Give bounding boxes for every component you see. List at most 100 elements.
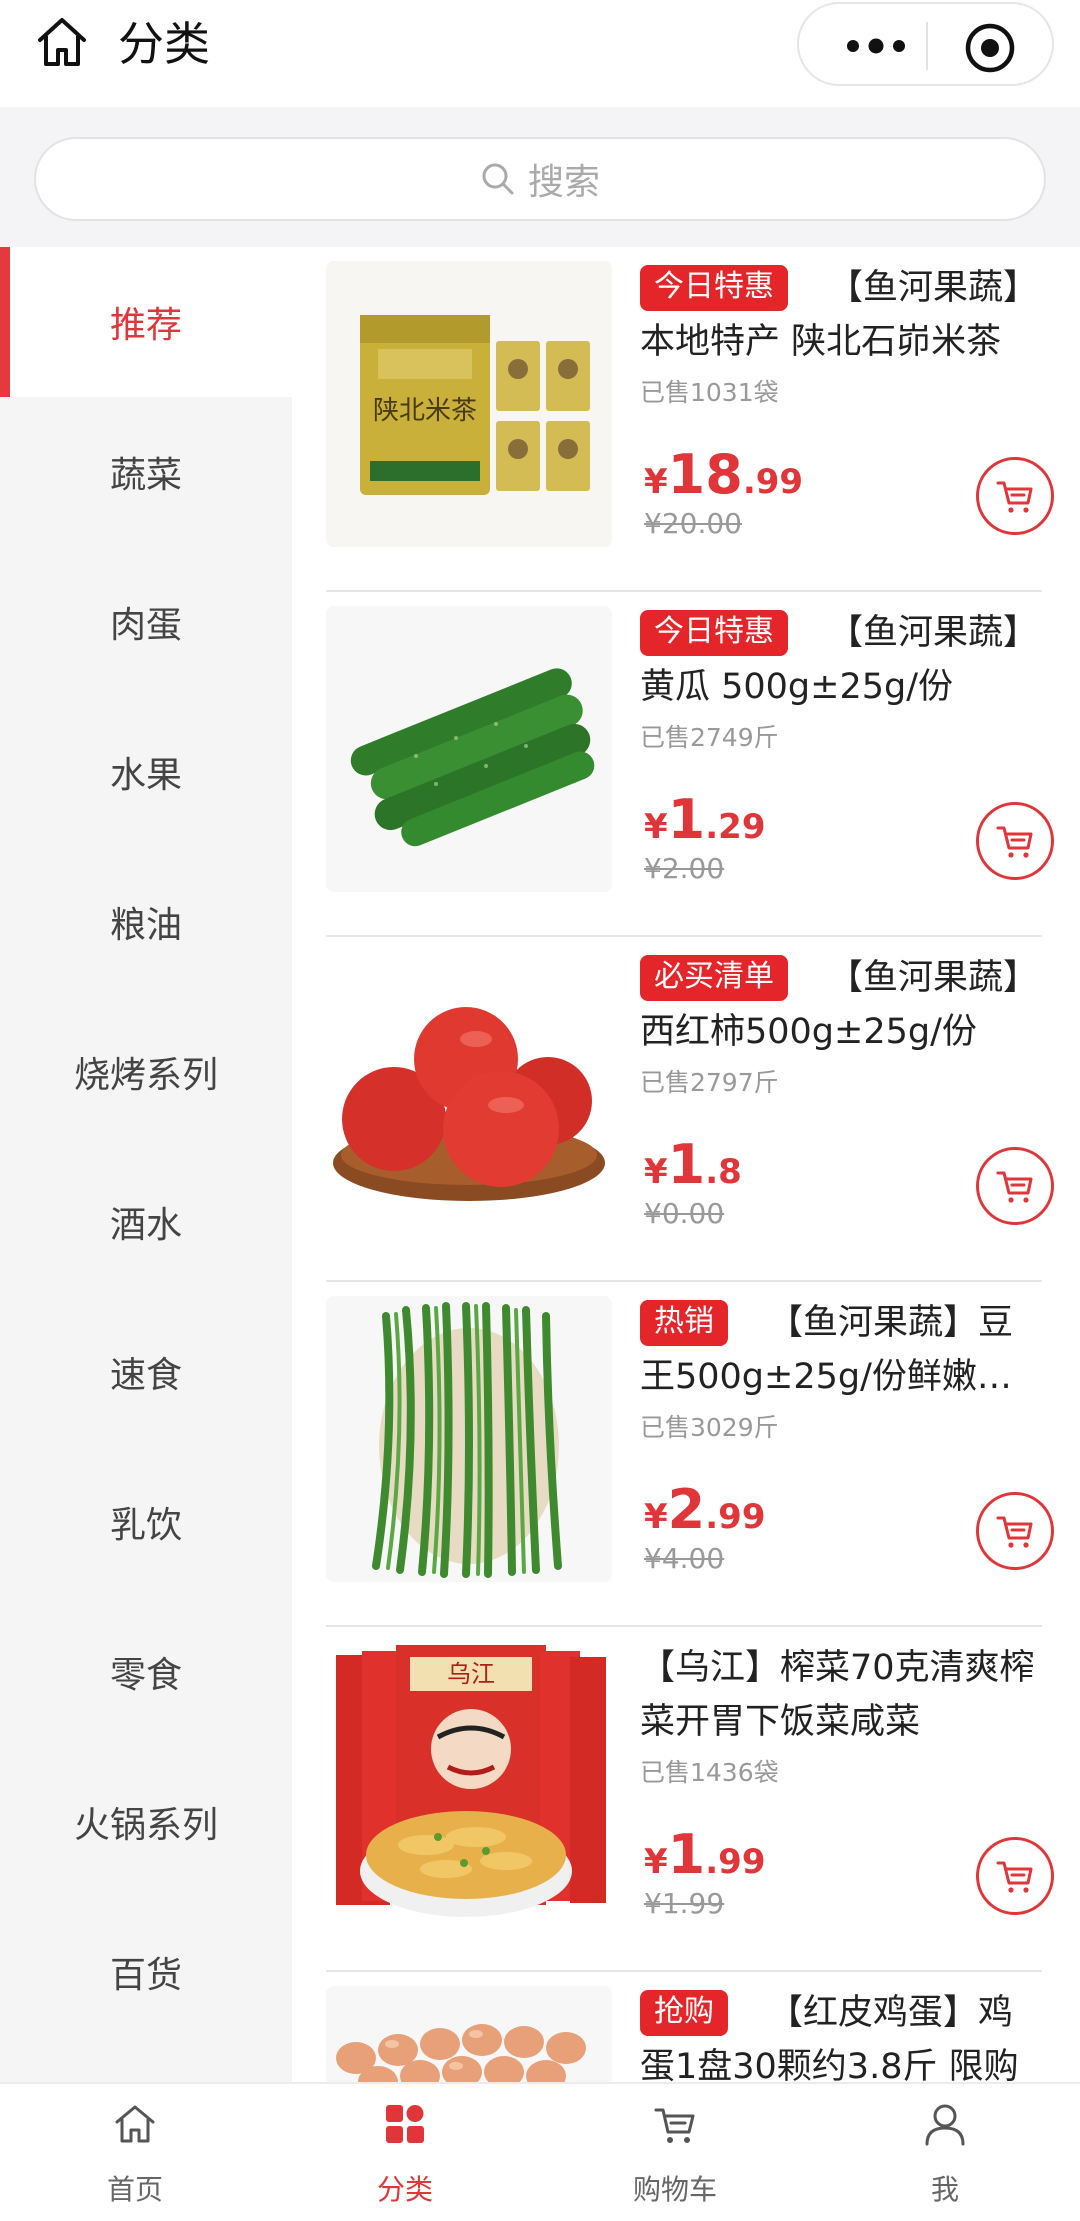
sidebar-item-fruit[interactable]: 水果: [0, 697, 292, 847]
price-integer: 1: [667, 1823, 706, 1886]
original-price: ¥20.00: [644, 507, 742, 540]
product-image-green-beans[interactable]: [326, 1296, 612, 1582]
product-image-cucumber[interactable]: [326, 606, 612, 892]
tab-home[interactable]: 首页: [0, 2084, 270, 2221]
product-title[interactable]: 抢购 【红皮鸡蛋】鸡蛋1盘30颗约3.8斤 限购: [640, 1986, 1044, 2082]
promo-badge: 今日特惠: [640, 610, 788, 656]
cart-icon: [996, 481, 1033, 513]
price-currency: ¥: [644, 807, 668, 847]
tab-category[interactable]: 分类: [270, 2084, 540, 2221]
price-currency: ¥: [644, 462, 668, 502]
product-image-pickled-mustard[interactable]: 乌江: [326, 1641, 612, 1927]
sale-price: ¥2.99: [644, 1478, 765, 1541]
top-navbar: 分类: [0, 0, 1080, 107]
product-image-tomato[interactable]: [326, 951, 612, 1237]
price-decimal: .99: [705, 1842, 766, 1882]
product-image-millet-tea[interactable]: 陕北米茶: [326, 261, 612, 547]
price-integer: 1: [667, 788, 706, 851]
add-to-cart-button[interactable]: [976, 457, 1054, 535]
original-price: ¥2.00: [644, 852, 725, 885]
add-to-cart-button[interactable]: [976, 1147, 1054, 1225]
product-image-eggs[interactable]: [326, 1986, 612, 2082]
tab-label: 首页: [106, 2173, 163, 2206]
promo-badge: 热销: [640, 1300, 728, 1346]
miniprogram-capsule: [797, 2, 1054, 86]
product-title-text: 【乌江】榨菜70克清爽榨菜开胃下饭菜咸菜: [640, 1648, 1035, 1742]
price-decimal: .99: [742, 462, 804, 502]
search-placeholder: 搜索: [527, 162, 600, 203]
sold-count: 已售1031袋: [640, 378, 779, 407]
category-sidebar: 推荐 蔬菜 肉蛋 水果 粮油 烧烤系列 酒水 速食 乳饮 零食 火锅系列 百货: [0, 247, 292, 2082]
promo-badge: 抢购: [640, 1990, 728, 2036]
tab-label: 我: [930, 2173, 959, 2206]
cart-icon: [996, 1516, 1033, 1548]
price-decimal: .99: [705, 1497, 766, 1537]
home-icon: [115, 2105, 155, 2143]
product-title[interactable]: 【乌江】榨菜70克清爽榨菜开胃下饭菜咸菜: [640, 1641, 1044, 1749]
price-decimal: .8: [705, 1152, 742, 1192]
page-title: 分类: [118, 17, 210, 71]
price-decimal: .29: [705, 807, 766, 847]
app-root: 分类 搜索 推荐 蔬菜 肉蛋 水果 粮油 烧烤系列 酒水 速食 乳饮 零食 火锅…: [0, 0, 1080, 2221]
product-list: 陕北米茶 今日特惠 【鱼河果蔬】本地特产 陕北石峁米茶 已售1031袋 ¥18.9…: [292, 247, 1080, 2082]
cart-icon: [996, 1861, 1033, 1893]
svg-text:乌江: 乌江: [447, 1660, 495, 1688]
sold-count: 已售3029斤: [640, 1413, 779, 1442]
close-target-icon[interactable]: [964, 22, 1016, 74]
original-price: ¥4.00: [644, 1542, 725, 1575]
sale-price: ¥1.29: [644, 788, 765, 851]
sidebar-item-recommend[interactable]: 推荐: [0, 247, 292, 397]
sidebar-item-bbq[interactable]: 烧烤系列: [0, 997, 292, 1147]
sale-price: ¥18.99: [644, 443, 803, 506]
tab-label: 分类: [376, 2173, 433, 2206]
search-band: 搜索: [0, 107, 1080, 247]
more-dots-icon[interactable]: [839, 24, 913, 68]
search-input[interactable]: 搜索: [34, 137, 1046, 221]
price-integer: 18: [667, 443, 743, 506]
product-card[interactable]: 热销【鱼河果蔬】豆王500g±25g/份鲜嫩豆角 已售3029斤 ¥2.99 ¥…: [326, 1282, 1054, 1627]
sidebar-item-meat-eggs[interactable]: 肉蛋: [0, 547, 292, 697]
product-card[interactable]: 必买清单 【鱼河果蔬】西红柿500g±25g/份 已售2797斤 ¥1.8 ¥0.…: [326, 937, 1054, 1282]
category-grid-icon: [386, 2105, 424, 2143]
tab-label: 购物车: [632, 2173, 717, 2206]
product-card[interactable]: 今日特惠 【鱼河果蔬】黄瓜 500g±25g/份 已售2749斤 ¥1.29 ¥2…: [326, 592, 1054, 937]
sidebar-item-general-goods[interactable]: 百货: [0, 1897, 292, 2047]
cart-icon: [996, 826, 1033, 858]
sidebar-item-grain-oil[interactable]: 粮油: [0, 847, 292, 997]
cart-icon: [996, 1171, 1033, 1203]
sidebar-item-snacks[interactable]: 零食: [0, 1597, 292, 1747]
add-to-cart-button[interactable]: [976, 802, 1054, 880]
original-price: ¥0.00: [644, 1197, 725, 1230]
price-integer: 2: [667, 1478, 706, 1541]
tab-profile[interactable]: 我: [810, 2084, 1080, 2221]
product-title[interactable]: 今日特惠 【鱼河果蔬】黄瓜 500g±25g/份: [640, 606, 1044, 714]
sidebar-item-dairy[interactable]: 乳饮: [0, 1447, 292, 1597]
product-card[interactable]: 乌江 【乌江】榨菜70克清爽榨菜开胃下饭菜咸菜 已售1436袋 ¥1.99 ¥1…: [326, 1627, 1054, 1972]
cart-icon: [654, 2108, 695, 2143]
product-card[interactable]: 抢购 【红皮鸡蛋】鸡蛋1盘30颗约3.8斤 限购: [326, 1972, 1042, 2082]
add-to-cart-button[interactable]: [976, 1492, 1054, 1570]
promo-badge: 今日特惠: [640, 265, 788, 311]
product-card[interactable]: 陕北米茶 今日特惠 【鱼河果蔬】本地特产 陕北石峁米茶 已售1031袋 ¥18.9…: [326, 247, 1054, 592]
sidebar-item-hotpot[interactable]: 火锅系列: [0, 1747, 292, 1897]
user-icon: [925, 2104, 965, 2146]
bottom-tabbar: 首页 分类 购物车 我: [0, 2082, 1080, 2221]
capsule-divider: [926, 22, 928, 70]
add-to-cart-button[interactable]: [976, 1837, 1054, 1915]
price-currency: ¥: [644, 1842, 668, 1882]
price-currency: ¥: [644, 1152, 668, 1192]
product-title[interactable]: 今日特惠 【鱼河果蔬】本地特产 陕北石峁米茶: [640, 261, 1044, 369]
product-title[interactable]: 热销【鱼河果蔬】豆王500g±25g/份鲜嫩豆角: [640, 1296, 1044, 1404]
sold-count: 已售2749斤: [640, 723, 779, 752]
sale-price: ¥1.8: [644, 1133, 742, 1196]
sale-price: ¥1.99: [644, 1823, 765, 1886]
sidebar-item-drinks[interactable]: 酒水: [0, 1147, 292, 1297]
promo-badge: 必买清单: [640, 955, 788, 1001]
sidebar-item-vegetables[interactable]: 蔬菜: [0, 397, 292, 547]
search-icon: [482, 163, 514, 195]
sidebar-item-instant-food[interactable]: 速食: [0, 1297, 292, 1447]
home-icon[interactable]: [34, 14, 90, 70]
product-title[interactable]: 必买清单 【鱼河果蔬】西红柿500g±25g/份: [640, 951, 1044, 1059]
tab-cart[interactable]: 购物车: [540, 2084, 810, 2221]
price-integer: 1: [667, 1133, 706, 1196]
